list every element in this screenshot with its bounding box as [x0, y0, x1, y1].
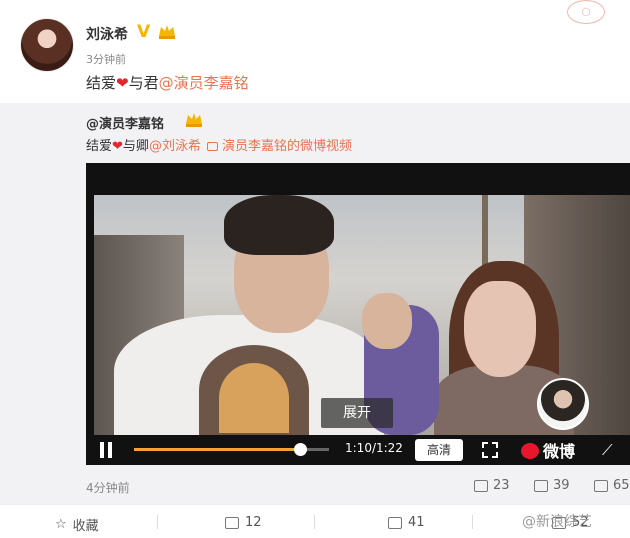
scene-hands [362, 293, 412, 349]
divider [314, 515, 315, 529]
repost-icon [225, 516, 239, 529]
comment-count: 39 [553, 478, 570, 493]
brand-label: 微博 [543, 442, 576, 461]
avatar[interactable] [20, 18, 74, 72]
divider [157, 515, 158, 529]
heart-icon: ❤ [112, 139, 123, 154]
video-icon [206, 142, 218, 151]
post-timestamp: 3分钟前 [86, 53, 126, 66]
favorite-label: 收藏 [72, 519, 99, 534]
mention-link[interactable]: @刘泳希 [149, 139, 201, 154]
comment-icon [388, 516, 402, 529]
weibo-post-page: ◯ 刘泳希 V 3分钟前 结爱❤与君@演员李嘉铭 @演员李嘉铭 结爱❤与卿@刘泳… [0, 0, 630, 538]
post-text: 结爱❤与君@演员李嘉铭 [86, 72, 249, 93]
verified-icon: V [137, 22, 151, 42]
comment-button[interactable]: 41 [388, 515, 425, 530]
repost-count: 12 [245, 515, 262, 530]
repost-stat-likes[interactable]: 65 [594, 478, 630, 493]
expand-button[interactable]: 展开 [321, 398, 393, 428]
heart-icon: ❤ [116, 74, 129, 92]
watermark: @新浪综艺 [522, 514, 592, 530]
video-player[interactable]: 展开 1:10/1:22 高清 微博 ⟋ [86, 163, 630, 465]
divider [472, 515, 473, 529]
like-icon [594, 479, 608, 492]
vip-crown-icon [186, 113, 202, 127]
repost-panel: @演员李嘉铭 结爱❤与卿@刘泳希 演员李嘉铭的微博视频 展开 1:10/1:22… [0, 103, 630, 504]
progress-knob[interactable] [293, 443, 307, 456]
vip-crown-icon [159, 25, 175, 39]
repost-stat-reposts[interactable]: 23 [474, 478, 510, 493]
repost-username[interactable]: @演员李嘉铭 [86, 113, 164, 132]
video-link[interactable]: 演员李嘉铭的微博视频 [222, 139, 352, 154]
fullscreen-icon[interactable] [482, 442, 498, 458]
like-count: 65 [613, 478, 630, 493]
scene-man-hair [224, 195, 334, 255]
repost-text: 结爱❤与卿@刘泳希 演员李嘉铭的微博视频 [86, 135, 352, 154]
quality-button[interactable]: 高清 [415, 439, 463, 461]
stamp-watermark: ◯ [567, 0, 605, 24]
repost-button[interactable]: 12 [225, 515, 262, 530]
comment-count: 41 [408, 515, 425, 530]
favorite-button[interactable]: ☆ 收藏 [55, 515, 99, 534]
post-text-part: 与君 [128, 74, 159, 92]
repost-count: 23 [493, 478, 510, 493]
uploader-avatar-thumbnail[interactable] [537, 378, 589, 430]
pause-icon[interactable] [98, 442, 114, 458]
scene-shirt-print [219, 363, 289, 433]
repost-timestamp: 4分钟前 [86, 481, 130, 495]
video-controls: 1:10/1:22 高清 微博 ⟋ [94, 435, 630, 465]
action-bar: ☆ 收藏 12 41 52 @新浪综艺 [0, 504, 630, 538]
post-username[interactable]: 刘泳希 [86, 24, 128, 44]
video-time: 1:10/1:22 [345, 441, 403, 455]
mute-icon[interactable]: ⟋ [602, 441, 613, 459]
repost-footer: 4分钟前 23 39 65 [0, 475, 630, 499]
repost-text-part: 与卿 [122, 139, 149, 154]
progress-fill [134, 448, 300, 451]
comment-icon [534, 479, 548, 492]
weibo-logo: 微博 [521, 438, 575, 462]
repost-text-part: 结爱 [86, 139, 113, 154]
star-icon: ☆ [55, 517, 67, 532]
repost-stat-comments[interactable]: 39 [534, 478, 570, 493]
progress-bar[interactable] [134, 443, 329, 456]
repost-icon [474, 479, 488, 492]
mention-link[interactable]: @演员李嘉铭 [159, 74, 249, 92]
scene-woman-face [464, 281, 536, 377]
post-text-part: 结爱 [86, 74, 117, 92]
weibo-logo-icon [521, 443, 539, 459]
